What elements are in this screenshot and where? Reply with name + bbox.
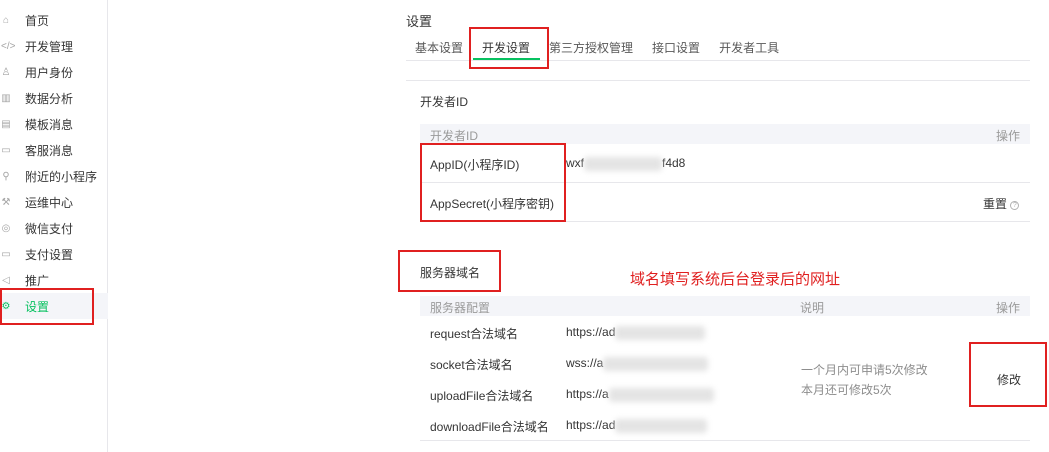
sidebar-item[interactable]: ▥ 数据分析 [0,85,108,111]
sidebar-item-label: 运维中心 [25,195,74,210]
sidebar-item-label: 设置 [25,299,50,314]
developer-id-table-header: 开发者ID 操作 [420,124,1030,144]
domain-masked [615,325,706,340]
sidebar-item-label: 用户身份 [25,65,74,80]
appid-masked [584,156,662,171]
col-action: 操作 [996,129,1021,143]
col-description: 说明 [800,301,825,315]
tab-interface-settings[interactable]: 接口设置 [643,38,710,60]
col-action: 操作 [996,301,1021,315]
tab-developer-tools[interactable]: 开发者工具 [710,38,789,60]
sidebar-item-label: 模板消息 [25,117,74,132]
user-icon: ♙ [1,66,11,78]
domain-masked [603,356,709,371]
sidebar-item-label: 推广 [25,273,50,288]
tabs-divider [406,60,1030,61]
message-icon: ▤ [1,118,11,130]
wechat-pay-icon: ◎ [1,222,11,234]
sidebar-item-label: 开发管理 [25,39,74,54]
sidebar-item[interactable]: ♙ 用户身份 [0,59,108,85]
col-server-config: 服务器配置 [430,301,491,315]
code-icon: </> [1,40,16,52]
page-title: 设置 [406,14,433,29]
tab-bar: 基本设置 开发设置 第三方授权管理 接口设置 开发者工具 [406,38,789,60]
sidebar-item[interactable]: ⚲ 附近的小程序 [0,163,108,189]
annotation-text: 域名填写系统后台登录后的网址 [630,271,841,288]
sidebar-item[interactable]: ▤ 模板消息 [0,111,108,137]
appid-label: AppID(小程序ID) [430,158,520,172]
sidebar-item-label: 客服消息 [25,143,74,158]
socket-domain-label: socket合法域名 [430,358,513,372]
sidebar-item[interactable]: ▭ 支付设置 [0,241,108,267]
appsecret-label: AppSecret(小程序密钥) [430,197,555,211]
chat-icon: ▭ [1,144,11,156]
domain-masked [615,418,708,433]
tab-third-party-auth[interactable]: 第三方授权管理 [540,38,643,60]
uploadfile-domain-label: uploadFile合法域名 [430,389,534,403]
server-domain-title: 服务器域名 [420,266,481,280]
developer-id-title: 开发者ID [420,95,469,109]
downloadfile-domain-value: https://ad [566,418,708,433]
home-icon: ⌂ [2,14,10,26]
request-domain-label: request合法域名 [430,327,519,341]
question-circle-icon[interactable]: ? [1010,201,1020,210]
request-domain-value: https://ad [566,325,706,340]
tab-basic-settings[interactable]: 基本设置 [406,38,473,60]
sidebar-item[interactable]: ▭ 客服消息 [0,137,108,163]
row-divider [420,182,1030,183]
card-icon: ▭ [1,248,11,260]
tab-dev-settings[interactable]: 开发设置 [473,38,541,60]
location-pin-icon: ⚲ [2,170,10,182]
sidebar-item[interactable]: ⚙ 设置 [0,293,108,319]
megaphone-icon: ◁ [2,274,10,286]
reset-secret-button[interactable]: 重置 ? [983,195,1020,212]
socket-domain-value: wss://a [566,356,709,371]
appid-value: wxf f4d8 [566,156,686,171]
wrench-icon: ⚒ [1,196,11,208]
col-developer-id: 开发者ID [430,129,479,143]
sidebar: ⌂ 首页 </> 开发管理 ♙ 用户身份 ▥ 数据分析 ▤ 模板消息 ▭ 客服消息 ⚲ 附近的小程序 ⚒ 运维… [0,0,108,452]
server-domain-table-header: 服务器配置 说明 操作 [420,296,1030,316]
downloadfile-domain-label: downloadFile合法域名 [430,420,549,434]
sidebar-item-label: 首页 [25,13,50,28]
modify-domain-button[interactable]: 修改 [997,371,1021,388]
bar-chart-icon: ▥ [1,92,11,104]
sidebar-item[interactable]: ◁ 推广 [0,267,108,293]
uploadfile-domain-value: https://a [566,387,714,402]
sidebar-item-label: 附近的小程序 [25,169,98,184]
sidebar-item-label: 支付设置 [25,247,74,262]
row-divider [420,440,1030,441]
settings-icon: ⚙ [1,300,11,312]
domain-masked [608,387,714,402]
sidebar-item-label: 微信支付 [25,221,74,236]
row-divider [420,221,1030,222]
sidebar-item[interactable]: </> 开发管理 [0,33,108,59]
sidebar-item[interactable]: ◎ 微信支付 [0,215,108,241]
modify-remaining-text: 本月还可修改5次 [801,383,892,397]
modify-limit-text: 一个月内可申请5次修改 [801,363,928,377]
sidebar-item[interactable]: ⌂ 首页 [0,7,108,33]
sidebar-item-label: 数据分析 [25,91,74,106]
sidebar-item[interactable]: ⚒ 运维中心 [0,189,108,215]
